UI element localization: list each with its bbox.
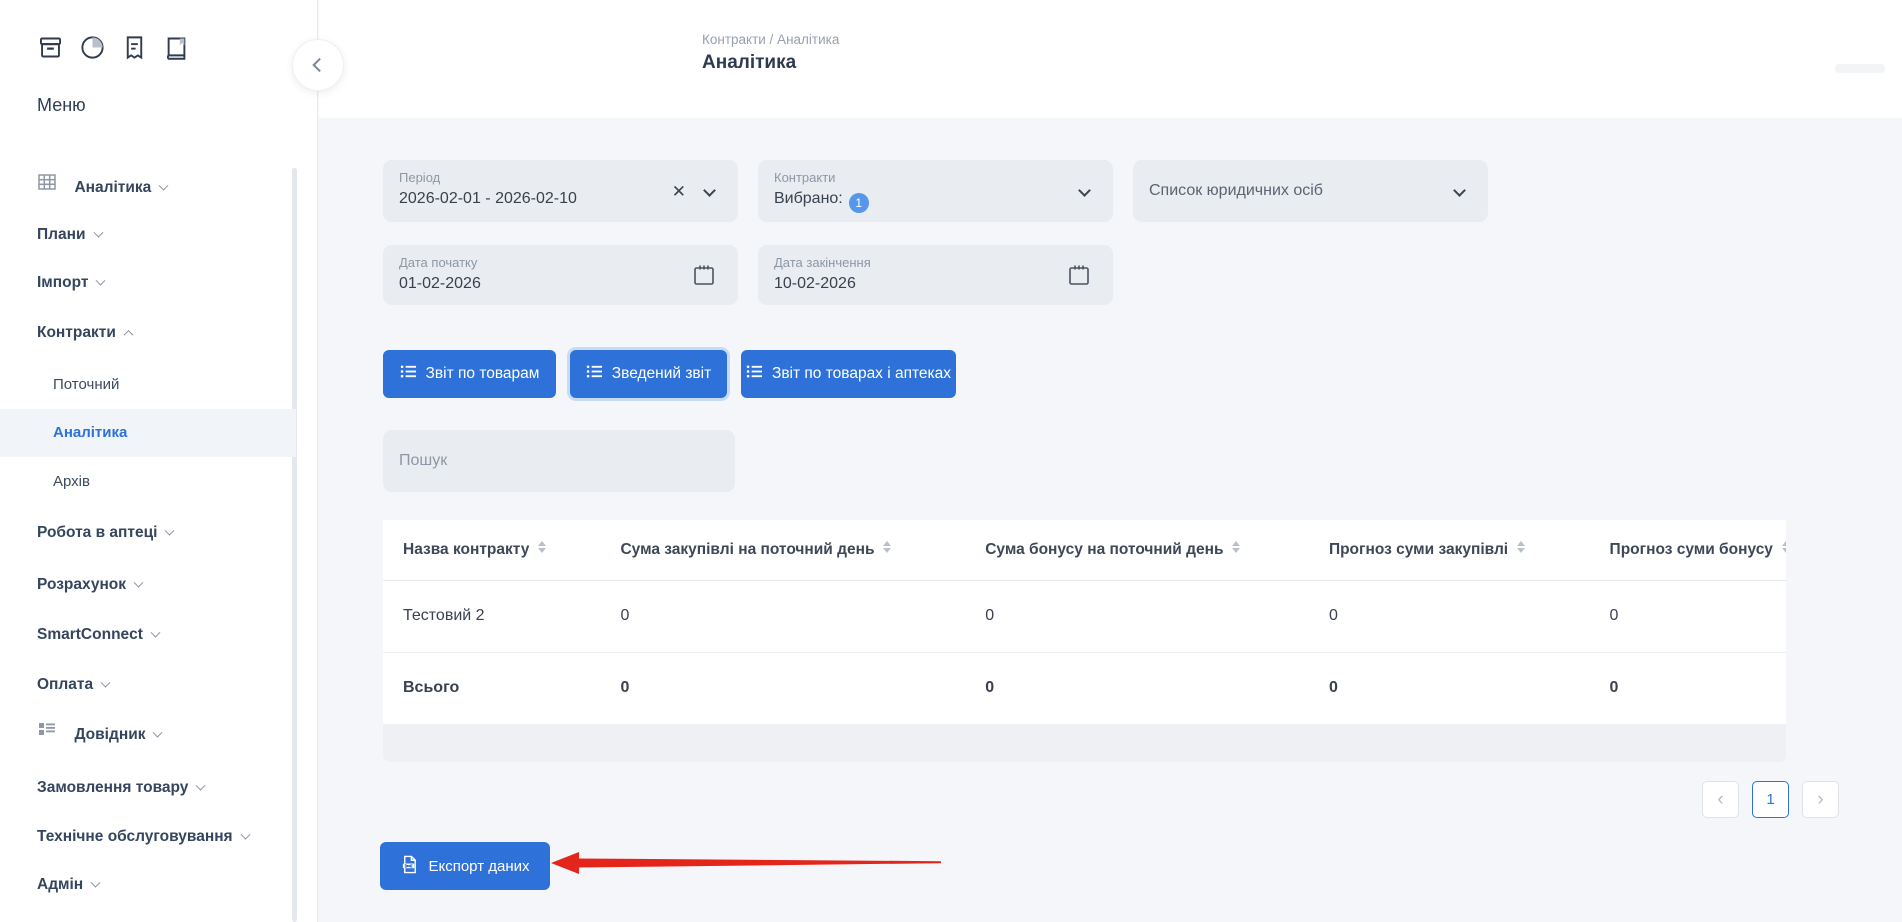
- breadcrumb: Контракти / Аналітика: [702, 32, 839, 47]
- top-header: Контракти / Аналітика Аналітика: [319, 0, 1902, 118]
- page-title: Аналітика: [702, 52, 796, 74]
- period-filter[interactable]: Період 2026-02-01 - 2026-02-10 ✕: [383, 160, 738, 222]
- search-input[interactable]: [383, 430, 735, 492]
- sidebar-shortcut-icons: [36, 33, 191, 62]
- chevron-down-icon: [91, 877, 101, 887]
- contracts-label: Контракти: [774, 170, 835, 185]
- pie-chart-icon[interactable]: [78, 33, 107, 62]
- summary-report-button[interactable]: Зведений звіт: [570, 350, 727, 398]
- sidebar-collapse-button[interactable]: [292, 39, 344, 91]
- chevron-down-icon: [159, 180, 169, 190]
- chevron-down-icon[interactable]: [703, 184, 716, 197]
- report-by-goods-button[interactable]: Звіт по товарам: [383, 350, 556, 398]
- table-header-row: Назва контракту Сума закупівлі на поточн…: [383, 520, 1786, 580]
- chevron-down-icon: [101, 677, 111, 687]
- selected-count-badge: 1: [849, 193, 869, 213]
- col-purchase-forecast[interactable]: Прогноз суми закупівлі: [1309, 520, 1590, 580]
- col-purchase-sum[interactable]: Сума закупівлі на поточний день: [600, 520, 965, 580]
- contracts-table: Назва контракту Сума закупівлі на поточн…: [383, 520, 1786, 762]
- menu-title: Меню: [37, 95, 86, 116]
- sidebar-item-payment[interactable]: Оплата: [0, 667, 296, 703]
- user-info-redacted: [1835, 64, 1885, 73]
- chevron-down-icon: [153, 727, 163, 737]
- annotation-arrow: [549, 846, 944, 880]
- date-end-value: 10-02-2026: [774, 275, 856, 293]
- sidebar-subitem-analytics-active[interactable]: Аналітика: [0, 409, 296, 457]
- chevron-down-icon[interactable]: [1453, 184, 1466, 197]
- date-end-field[interactable]: Дата закінчення 10-02-2026: [758, 245, 1113, 305]
- legal-entities-filter[interactable]: Список юридичних осіб: [1133, 160, 1488, 222]
- calendar-icon[interactable]: [692, 263, 716, 292]
- table-total-row: Всього 0 0 0 0: [383, 652, 1786, 724]
- sort-icon: [538, 541, 546, 553]
- sidebar-item-maintenance[interactable]: Технічне обслуговування: [0, 819, 296, 855]
- bullet-list-icon: [400, 363, 417, 385]
- date-end-label: Дата закінчення: [774, 255, 871, 270]
- sidebar-item-contracts[interactable]: Контракти: [0, 315, 296, 351]
- sort-icon: [1782, 541, 1786, 553]
- date-start-label: Дата початку: [399, 255, 477, 270]
- table-footer-strip: [383, 724, 1786, 762]
- table-row: Тестовий 2 0 0 0 0: [383, 580, 1786, 652]
- list-icon: [37, 717, 57, 753]
- chevron-down-icon: [240, 829, 250, 839]
- sidebar-item-goods-order[interactable]: Замовлення товару: [0, 770, 296, 806]
- date-start-field[interactable]: Дата початку 01-02-2026: [383, 245, 738, 305]
- book-icon[interactable]: [162, 33, 191, 62]
- sidebar-item-pharmacy-work[interactable]: Робота в аптеці: [0, 515, 296, 551]
- sort-icon: [1232, 541, 1240, 553]
- sort-icon: [1517, 541, 1525, 553]
- pagination-page-1[interactable]: 1: [1752, 781, 1789, 818]
- chevron-up-icon: [123, 329, 133, 339]
- sidebar-item-smartconnect[interactable]: SmartConnect: [0, 617, 296, 653]
- chevron-down-icon[interactable]: [1078, 184, 1091, 197]
- sidebar-item-plans[interactable]: Плани: [0, 217, 296, 253]
- grid-icon: [37, 170, 57, 206]
- xlsx-file-icon: [400, 855, 419, 878]
- document-icon[interactable]: [120, 33, 149, 62]
- sidebar: Меню Аналітика Плани Імпорт Контракти По…: [0, 0, 318, 922]
- contracts-value: Вибрано:1: [774, 190, 869, 213]
- sort-icon: [883, 541, 891, 553]
- export-data-button[interactable]: Експорт даних: [380, 842, 550, 890]
- clear-icon[interactable]: ✕: [672, 182, 686, 202]
- chevron-down-icon: [165, 525, 175, 535]
- chevron-left-icon: [312, 58, 326, 72]
- sidebar-item-reference[interactable]: Довідник: [0, 717, 296, 753]
- chevron-down-icon: [150, 627, 160, 637]
- period-value: 2026-02-01 - 2026-02-10: [399, 190, 577, 208]
- chevron-down-icon: [134, 577, 144, 587]
- app-root: Меню Аналітика Плани Імпорт Контракти По…: [0, 0, 1902, 922]
- bullet-list-icon: [586, 363, 603, 385]
- sidebar-item-calculation[interactable]: Розрахунок: [0, 567, 296, 603]
- col-bonus-sum[interactable]: Сума бонусу на поточний день: [965, 520, 1309, 580]
- bullet-list-icon: [746, 363, 763, 385]
- period-label: Період: [399, 170, 440, 185]
- contracts-filter[interactable]: Контракти Вибрано:1: [758, 160, 1113, 222]
- report-goods-pharmacies-button[interactable]: Звіт по товарах і аптеках: [741, 350, 956, 398]
- col-bonus-forecast[interactable]: Прогноз суми бонусу: [1590, 520, 1786, 580]
- date-start-value: 01-02-2026: [399, 275, 481, 293]
- archive-icon[interactable]: [36, 33, 65, 62]
- pagination-prev-button[interactable]: ‹: [1702, 781, 1739, 818]
- sidebar-subitem-archive[interactable]: Архів: [0, 458, 296, 506]
- pagination-next-button[interactable]: ›: [1802, 781, 1839, 818]
- sidebar-item-admin[interactable]: Адмін: [0, 867, 296, 903]
- col-contract-name[interactable]: Назва контракту: [383, 520, 600, 580]
- sidebar-item-analytics[interactable]: Аналітика: [0, 170, 296, 206]
- chevron-down-icon: [93, 227, 103, 237]
- calendar-icon[interactable]: [1067, 263, 1091, 292]
- sidebar-subitem-current[interactable]: Поточний: [0, 361, 296, 409]
- chevron-down-icon: [196, 780, 206, 790]
- sidebar-item-import[interactable]: Імпорт: [0, 265, 296, 301]
- chevron-down-icon: [96, 275, 106, 285]
- legal-entities-label: Список юридичних осіб: [1149, 160, 1323, 222]
